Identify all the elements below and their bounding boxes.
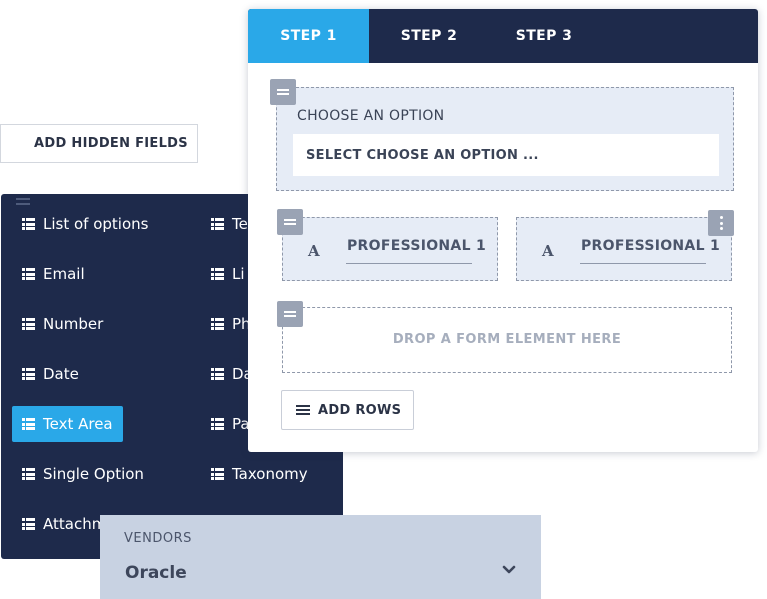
form-row-choose-option: CHOOSE AN OPTION SELECT CHOOSE AN OPTION… [276,87,734,191]
menu-icon [296,404,310,416]
form-field-professional-a[interactable]: A PROFESSIONAL 1 [282,217,498,281]
chevron-down-icon[interactable] [502,565,516,575]
add-hidden-fields-label: ADD HIDDEN FIELDS [34,136,188,151]
drop-zone-text: DROP A FORM ELEMENT HERE [392,332,622,347]
field-item-label: Date [43,365,79,383]
list-icon [211,218,224,230]
add-hidden-fields-button[interactable]: ADD HIDDEN FIELDS [0,124,198,163]
vendors-select[interactable]: VENDORS Oracle [100,515,541,599]
tab-step-1[interactable]: STEP 1 [248,9,369,63]
field-underline [580,263,706,264]
tab-label: STEP 3 [515,28,573,44]
form-builder-card: STEP 1 STEP 2 STEP 3 CHOOSE AN OPTION SE… [248,9,758,452]
add-rows-label: ADD ROWS [318,402,402,418]
form-field-professional-b[interactable]: A PROFESSIONAL 1 [516,217,732,281]
field-item-number[interactable]: Number [12,306,113,342]
vendors-value: Oracle [125,563,187,583]
text-field-icon: A [308,242,320,260]
step-tabs: STEP 1 STEP 2 STEP 3 [248,9,758,63]
field-item-list-of-options[interactable]: List of options [12,206,158,242]
field-item-label: Taxonomy [232,465,308,483]
field-item-label: Attachm [43,515,107,533]
list-icon [22,368,35,380]
field-item-text-area[interactable]: Text Area [12,406,123,442]
vendors-label: VENDORS [124,531,192,546]
text-field-icon: A [542,242,554,260]
list-icon [22,418,35,430]
tab-label: STEP 1 [280,28,337,44]
field-item-taxonomy[interactable]: Taxonomy [201,456,318,492]
tab-label: STEP 2 [400,28,458,44]
field-item-label: Pa [232,415,250,433]
drop-zone[interactable]: DROP A FORM ELEMENT HERE [282,307,732,373]
add-rows-button[interactable]: ADD ROWS [281,390,414,430]
row-drag-handle-icon[interactable] [277,301,303,327]
list-icon [211,468,224,480]
field-label: PROFESSIONAL 1 [347,238,487,254]
list-icon [22,268,35,280]
select-value: SELECT CHOOSE AN OPTION ... [306,147,539,163]
field-item-date[interactable]: Date [12,356,89,392]
field-underline [346,263,472,264]
list-icon [22,518,35,530]
field-item-label: Te [232,215,248,233]
tab-step-2[interactable]: STEP 2 [369,9,489,63]
choose-option-select[interactable]: SELECT CHOOSE AN OPTION ... [293,134,719,176]
list-icon [211,318,224,330]
row-drag-handle-icon[interactable] [277,209,303,235]
field-item-label: Text Area [43,415,113,433]
tab-step-3[interactable]: STEP 3 [489,9,599,63]
list-icon [22,468,35,480]
field-item-email[interactable]: Email [12,256,95,292]
list-icon [211,418,224,430]
more-options-icon[interactable] [708,210,734,236]
row-drag-handle-icon[interactable] [270,79,296,105]
field-item-label: Email [43,265,85,283]
field-item-label: Number [43,315,104,333]
field-item-single-option[interactable]: Single Option [12,456,154,492]
choose-option-label: CHOOSE AN OPTION [297,108,445,124]
field-item-label: Li [232,265,245,283]
list-icon [22,218,35,230]
field-item-label: List of options [43,215,149,233]
list-icon [22,318,35,330]
field-label: PROFESSIONAL 1 [581,238,721,254]
list-icon [211,368,224,380]
list-icon [211,268,224,280]
field-item-label: Single Option [43,465,144,483]
field-item-link[interactable]: Li [201,256,255,292]
